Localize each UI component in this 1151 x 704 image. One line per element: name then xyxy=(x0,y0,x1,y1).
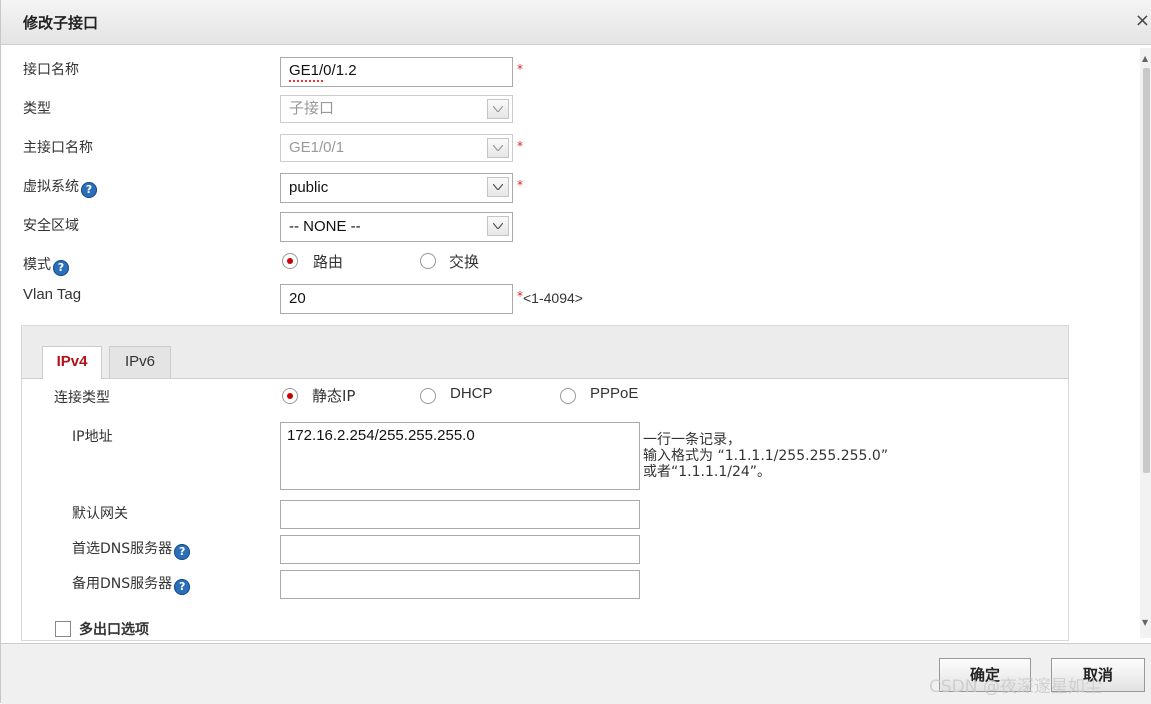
secondary-dns-label-text: 备用DNS服务器 xyxy=(72,576,173,592)
required-mark: * xyxy=(517,139,523,153)
virtual-system-select[interactable]: public xyxy=(280,173,513,203)
pppoe-radio[interactable] xyxy=(560,388,576,404)
required-mark: * xyxy=(517,62,523,76)
type-label: 类型 xyxy=(23,101,51,117)
help-icon[interactable]: ? xyxy=(174,579,191,595)
interface-name-input[interactable]: GE1/0/1.2 xyxy=(280,57,513,87)
dhcp-radio[interactable] xyxy=(420,388,436,404)
help-icon[interactable]: ? xyxy=(53,260,69,276)
mode-switch-label: 交换 xyxy=(449,253,480,271)
chevron-down-icon xyxy=(487,99,509,119)
scrollbar[interactable]: ▲ ▼ xyxy=(1140,48,1151,638)
help-icon[interactable]: ? xyxy=(174,544,191,560)
virtual-system-label-text: 虚拟系统 xyxy=(23,179,79,195)
tab-bar: IPv4 IPv6 xyxy=(22,326,1068,379)
multi-exit-checkbox[interactable] xyxy=(55,621,71,637)
secondary-dns-label: 备用DNS服务器? xyxy=(72,573,191,595)
mode-label: 模式? xyxy=(23,254,69,276)
main-interface-label: 主接口名称 xyxy=(23,140,93,156)
dialog-titlebar: 修改子接口 × xyxy=(1,0,1151,45)
main-interface-select: GE1/0/1 xyxy=(280,134,513,162)
vlan-tag-input[interactable]: 20 xyxy=(280,284,513,314)
chevron-down-icon[interactable] xyxy=(487,177,509,197)
connection-type-label: 连接类型 xyxy=(54,390,110,406)
mode-label-text: 模式 xyxy=(23,257,51,273)
multi-exit-label: 多出口选项 xyxy=(79,622,149,638)
secondary-dns-input[interactable] xyxy=(280,570,640,599)
mode-switch-radio[interactable] xyxy=(420,253,436,269)
tab-ipv6[interactable]: IPv6 xyxy=(109,346,171,378)
chevron-down-icon[interactable] xyxy=(487,216,509,236)
mode-route-label: 路由 xyxy=(313,253,344,271)
dhcp-label: DHCP xyxy=(450,385,493,402)
static-ip-radio[interactable] xyxy=(282,388,298,404)
default-gateway-label: 默认网关 xyxy=(72,506,128,522)
primary-dns-label-text: 首选DNS服务器 xyxy=(72,541,173,557)
static-ip-label: 静态IP xyxy=(312,387,356,405)
virtual-system-label: 虚拟系统? xyxy=(23,176,97,198)
primary-dns-label: 首选DNS服务器? xyxy=(72,538,191,560)
spellcheck-underline xyxy=(289,80,325,82)
vlan-tag-range: <1-4094> xyxy=(523,290,583,306)
ip-address-hint: 一行一条记录， 输入格式为 “1.1.1.1/255.255.255.0” 或者… xyxy=(643,432,888,480)
chevron-down-icon xyxy=(487,138,509,158)
modify-subinterface-dialog: 修改子接口 × 接口名称 GE1/0/1.2 * 类型 子接口 主接口名称 GE… xyxy=(0,0,1151,704)
dialog-title: 修改子接口 xyxy=(23,14,99,32)
type-select: 子接口 xyxy=(280,95,513,123)
scroll-down-icon[interactable]: ▼ xyxy=(1142,618,1148,627)
mode-route-radio[interactable] xyxy=(282,253,298,269)
security-zone-value: -- NONE -- xyxy=(289,218,361,235)
help-icon[interactable]: ? xyxy=(81,182,97,198)
primary-dns-input[interactable] xyxy=(280,535,640,564)
required-mark: * xyxy=(517,178,523,192)
interface-name-label: 接口名称 xyxy=(23,62,79,78)
close-icon[interactable]: × xyxy=(1135,10,1150,31)
hint-line-1: 一行一条记录， xyxy=(643,432,741,448)
tab-ipv4[interactable]: IPv4 xyxy=(42,346,102,379)
ip-address-textarea[interactable]: 172.16.2.254/255.255.255.0 xyxy=(280,422,640,490)
vlan-tag-label: Vlan Tag xyxy=(23,286,82,303)
ip-address-label: IP地址 xyxy=(72,429,113,445)
security-zone-select[interactable]: -- NONE -- xyxy=(280,212,513,242)
ip-settings-panel: IPv4 IPv6 连接类型 静态IP DHCP PPPoE IP地址 172.… xyxy=(21,325,1069,641)
default-gateway-input[interactable] xyxy=(280,500,640,529)
watermark: CSDN @夜深邃星如尘 xyxy=(929,677,1102,697)
main-interface-value: GE1/0/1 xyxy=(289,139,345,156)
hint-line-3: 或者“1.1.1.1/24”。 xyxy=(643,464,772,480)
virtual-system-value: public xyxy=(289,179,329,196)
type-value: 子接口 xyxy=(289,100,335,117)
scroll-thumb[interactable] xyxy=(1143,68,1150,473)
scroll-up-icon[interactable]: ▲ xyxy=(1142,54,1148,63)
security-zone-label: 安全区域 xyxy=(23,218,79,234)
pppoe-label: PPPoE xyxy=(590,385,639,402)
hint-line-2: 输入格式为 “1.1.1.1/255.255.255.0” xyxy=(643,448,889,464)
